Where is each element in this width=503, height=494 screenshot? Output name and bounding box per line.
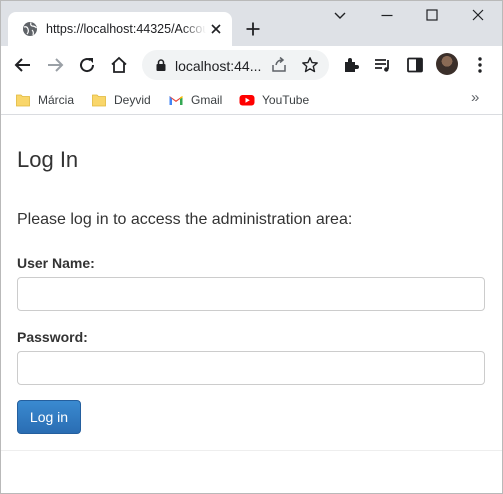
- bookmark-marcia[interactable]: Márcia: [15, 90, 74, 110]
- password-input[interactable]: [17, 351, 485, 385]
- intro-text: Please log in to access the administrati…: [17, 211, 353, 228]
- tab-strip: https://localhost:44325/Account/Login: [0, 0, 503, 46]
- password-label: Password:: [17, 329, 88, 345]
- new-tab-button[interactable]: [245, 21, 261, 37]
- tab-title: https://localhost:44325/Account/Login: [46, 22, 206, 36]
- globe-icon: [23, 22, 37, 36]
- folder-icon: [92, 94, 106, 107]
- bookmarks-bar: Márcia Deyvid Gmail YouTube »: [0, 84, 503, 115]
- bookmark-gmail[interactable]: Gmail: [168, 90, 222, 110]
- folder-icon: [16, 94, 30, 107]
- bookmark-label: YouTube: [262, 93, 310, 107]
- gmail-icon: [169, 96, 183, 105]
- address-bar[interactable]: localhost:44...: [142, 50, 329, 80]
- bookmarks-more-button[interactable]: »: [471, 89, 479, 106]
- chevron-down-icon[interactable]: [332, 7, 348, 23]
- close-icon[interactable]: [470, 7, 486, 23]
- reload-icon[interactable]: [77, 55, 97, 75]
- media-queue-icon[interactable]: [373, 55, 393, 75]
- profile-avatar[interactable]: [436, 53, 458, 75]
- bookmark-label: Deyvid: [114, 93, 151, 107]
- minimize-icon[interactable]: [379, 7, 395, 23]
- lock-icon[interactable]: [154, 58, 168, 72]
- bookmark-label: Gmail: [191, 93, 223, 107]
- back-icon[interactable]: [13, 55, 33, 75]
- youtube-icon: [239, 95, 255, 106]
- divider: [0, 450, 503, 451]
- tab-close-icon[interactable]: [209, 22, 223, 36]
- page-content: Log In Please log in to access the admin…: [0, 116, 503, 494]
- bookmark-deyvid[interactable]: Deyvid: [91, 90, 151, 110]
- extensions-icon[interactable]: [341, 55, 361, 75]
- share-icon[interactable]: [270, 56, 288, 74]
- star-icon[interactable]: [301, 56, 319, 74]
- maximize-icon[interactable]: [424, 7, 440, 23]
- url-text[interactable]: localhost:44...: [175, 58, 261, 74]
- username-label: User Name:: [17, 255, 95, 271]
- bookmark-youtube[interactable]: YouTube: [239, 90, 309, 110]
- forward-icon[interactable]: [45, 55, 65, 75]
- side-panel-icon[interactable]: [405, 55, 425, 75]
- bookmark-label: Márcia: [38, 93, 75, 107]
- login-button[interactable]: Log in: [17, 400, 81, 434]
- browser-toolbar: localhost:44...: [0, 46, 503, 84]
- menu-kebab-icon[interactable]: [470, 55, 490, 75]
- page-title: Log In: [17, 147, 79, 172]
- username-input[interactable]: [17, 277, 485, 311]
- active-tab[interactable]: https://localhost:44325/Account/Login: [8, 12, 232, 46]
- home-icon[interactable]: [109, 55, 129, 75]
